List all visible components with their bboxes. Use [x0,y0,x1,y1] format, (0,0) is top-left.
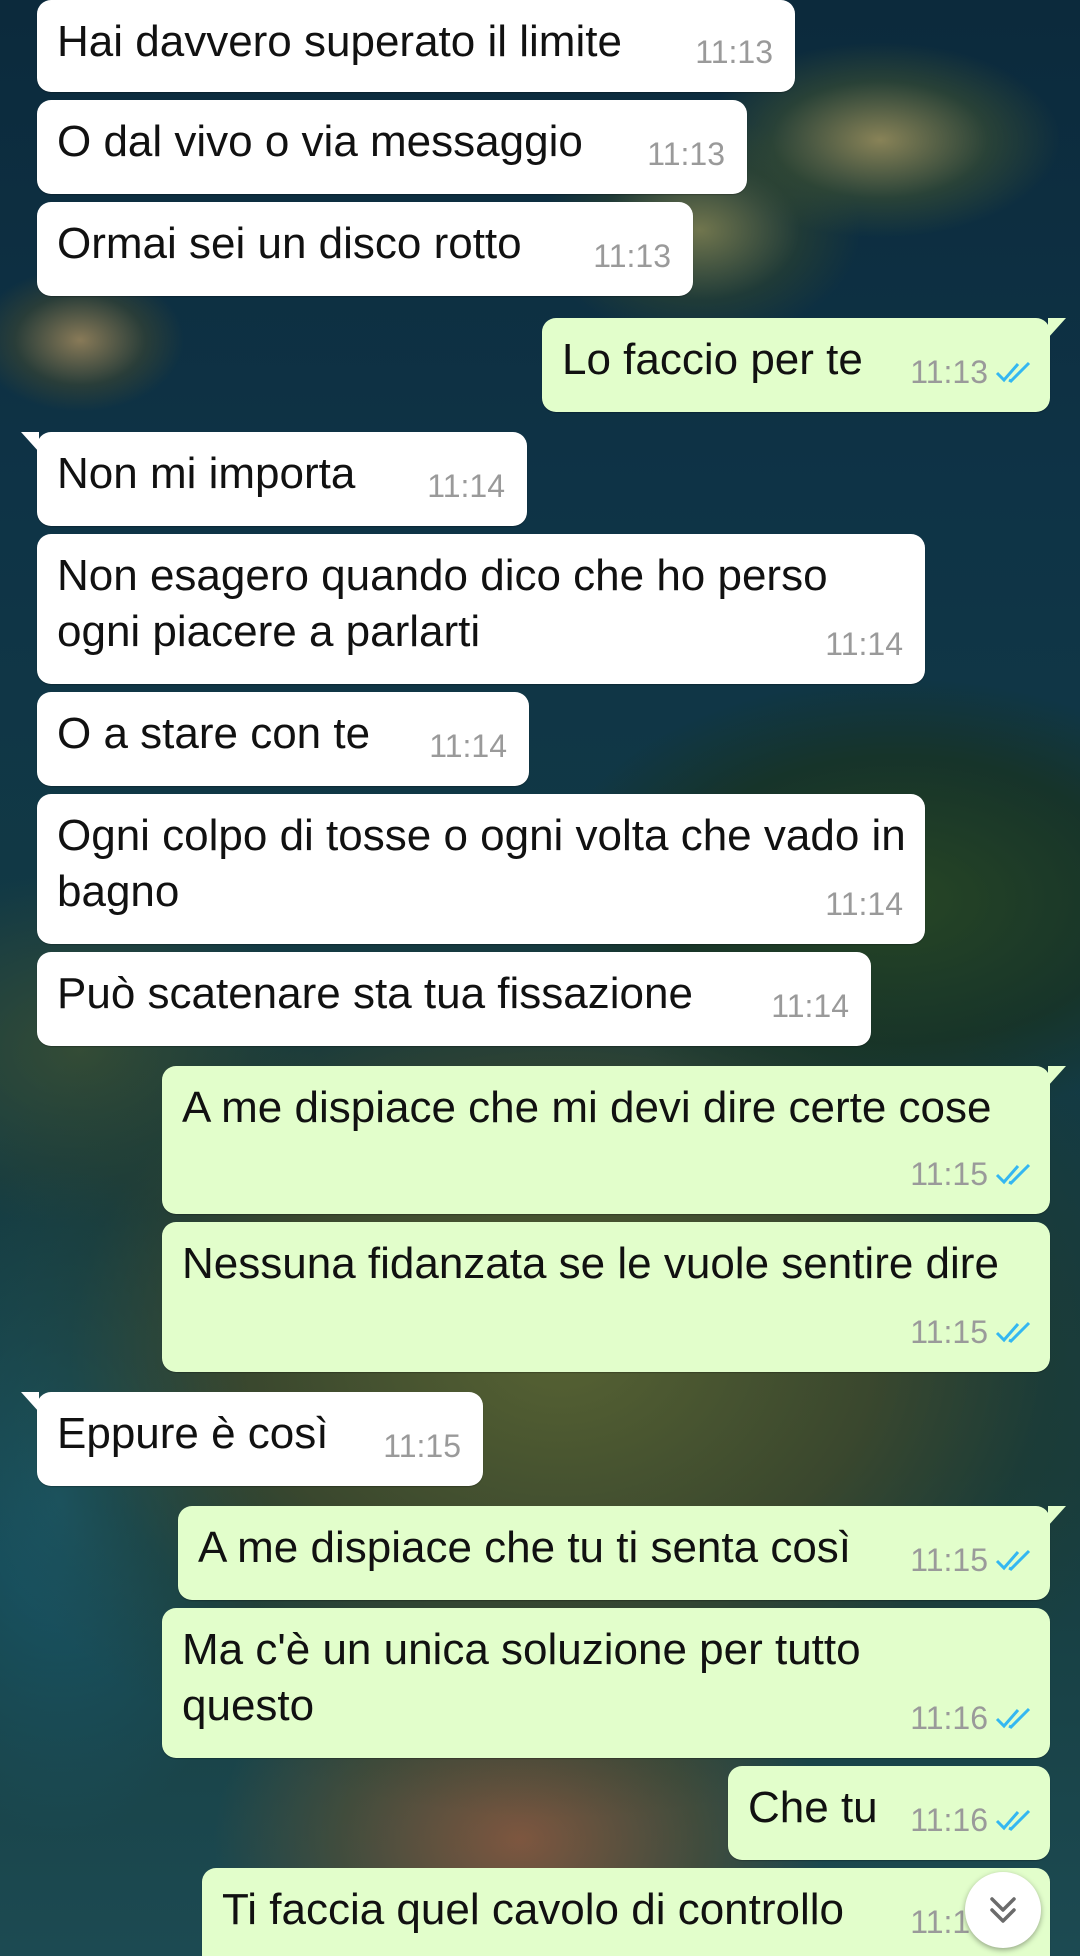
read-ticks-icon [995,1707,1031,1729]
message-meta: 11:15 [910,1304,1034,1360]
read-ticks-icon [995,361,1031,383]
message-incoming[interactable]: Può scatenare sta tua fissazione 11:14 [37,952,871,1046]
message-time: 11:14 [429,728,507,764]
message-meta: 11:14 [429,718,507,774]
message-text: Non esagero quando dico che ho perso ogn… [57,551,828,656]
message-time: 11:13 [695,34,773,70]
message-outgoing[interactable]: Ti faccia quel cavolo di controllo 11:16 [202,1868,1050,1956]
message-meta: 11:16 [910,1690,1034,1746]
message-text: Ormai sei un disco rotto [57,219,522,268]
message-text: Ti faccia quel cavolo di controllo [222,1885,845,1934]
message-meta: 11:14 [825,876,903,932]
double-chevron-down-icon [990,1897,1016,1923]
message-meta: 11:13 [593,228,671,284]
message-time: 11:15 [910,1542,988,1578]
message-meta: 11:13 [647,126,725,182]
message-outgoing[interactable]: A me dispiace che tu ti senta così 11:15 [178,1506,1066,1600]
message-text: O dal vivo o via messaggio [57,117,583,166]
message-meta: 11:16 [910,1792,1034,1848]
message-meta: 11:15 [910,1532,1034,1588]
read-ticks-icon [995,1549,1031,1571]
message-incoming[interactable]: O dal vivo o via messaggio 11:13 [37,100,747,194]
read-ticks-icon [995,1321,1031,1343]
message-text: Hai davvero superato il limite [57,17,622,66]
message-incoming[interactable]: O a stare con te 11:14 [37,692,529,786]
message-outgoing[interactable]: A me dispiace che mi devi dire certe cos… [162,1066,1066,1214]
message-outgoing[interactable]: Nessuna fidanzata se le vuole sentire di… [162,1222,1050,1372]
read-ticks-icon [995,1809,1031,1831]
message-incoming[interactable]: Eppure è così 11:15 [21,1392,483,1486]
message-incoming[interactable]: Ormai sei un disco rotto 11:13 [37,202,693,296]
message-incoming[interactable]: Non esagero quando dico che ho perso ogn… [37,534,925,684]
read-ticks-icon [995,1163,1031,1185]
message-time: 11:13 [647,136,725,172]
message-outgoing[interactable]: Che tu 11:16 [728,1766,1050,1860]
message-time: 11:13 [910,354,988,390]
message-text: Può scatenare sta tua fissazione [57,969,693,1018]
message-time: 11:13 [593,238,671,274]
message-text: Ogni colpo di tosse o ogni volta che vad… [57,811,906,916]
message-time: 11:14 [825,886,903,922]
message-time: 11:16 [910,1802,988,1838]
message-time: 11:16 [910,1700,988,1736]
message-incoming[interactable]: Hai davvero superato il limite 11:13 [37,0,795,92]
message-outgoing[interactable]: Lo faccio per te 11:13 [542,318,1066,412]
message-incoming[interactable]: Ogni colpo di tosse o ogni volta che vad… [37,794,925,944]
message-meta: 11:14 [771,978,849,1034]
message-text: A me dispiace che mi devi dire certe cos… [182,1083,992,1132]
message-incoming[interactable]: Non mi importa 11:14 [21,432,527,526]
message-time: 11:15 [910,1156,988,1192]
message-meta: 11:13 [695,24,773,80]
chat-messages[interactable]: Hai davvero superato il limite 11:13 O d… [0,0,1080,1956]
message-time: 11:15 [910,1314,988,1350]
scroll-to-bottom-button[interactable] [965,1872,1041,1948]
message-outgoing[interactable]: Ma c'è un unica soluzione per tutto ques… [162,1608,1050,1758]
message-time: 11:14 [825,626,903,662]
message-time: 11:14 [427,468,505,504]
message-text: A me dispiace che tu ti senta così [198,1523,852,1572]
message-meta: 11:14 [427,458,505,514]
message-time: 11:15 [383,1428,461,1464]
message-meta: 11:13 [910,344,1034,400]
message-meta: 11:15 [910,1146,1034,1202]
message-text: Ma c'è un unica soluzione per tutto ques… [182,1625,861,1730]
message-meta: 11:14 [825,616,903,672]
message-time: 11:14 [771,988,849,1024]
message-text: Nessuna fidanzata se le vuole sentire di… [182,1239,999,1288]
message-meta: 11:15 [383,1418,461,1474]
